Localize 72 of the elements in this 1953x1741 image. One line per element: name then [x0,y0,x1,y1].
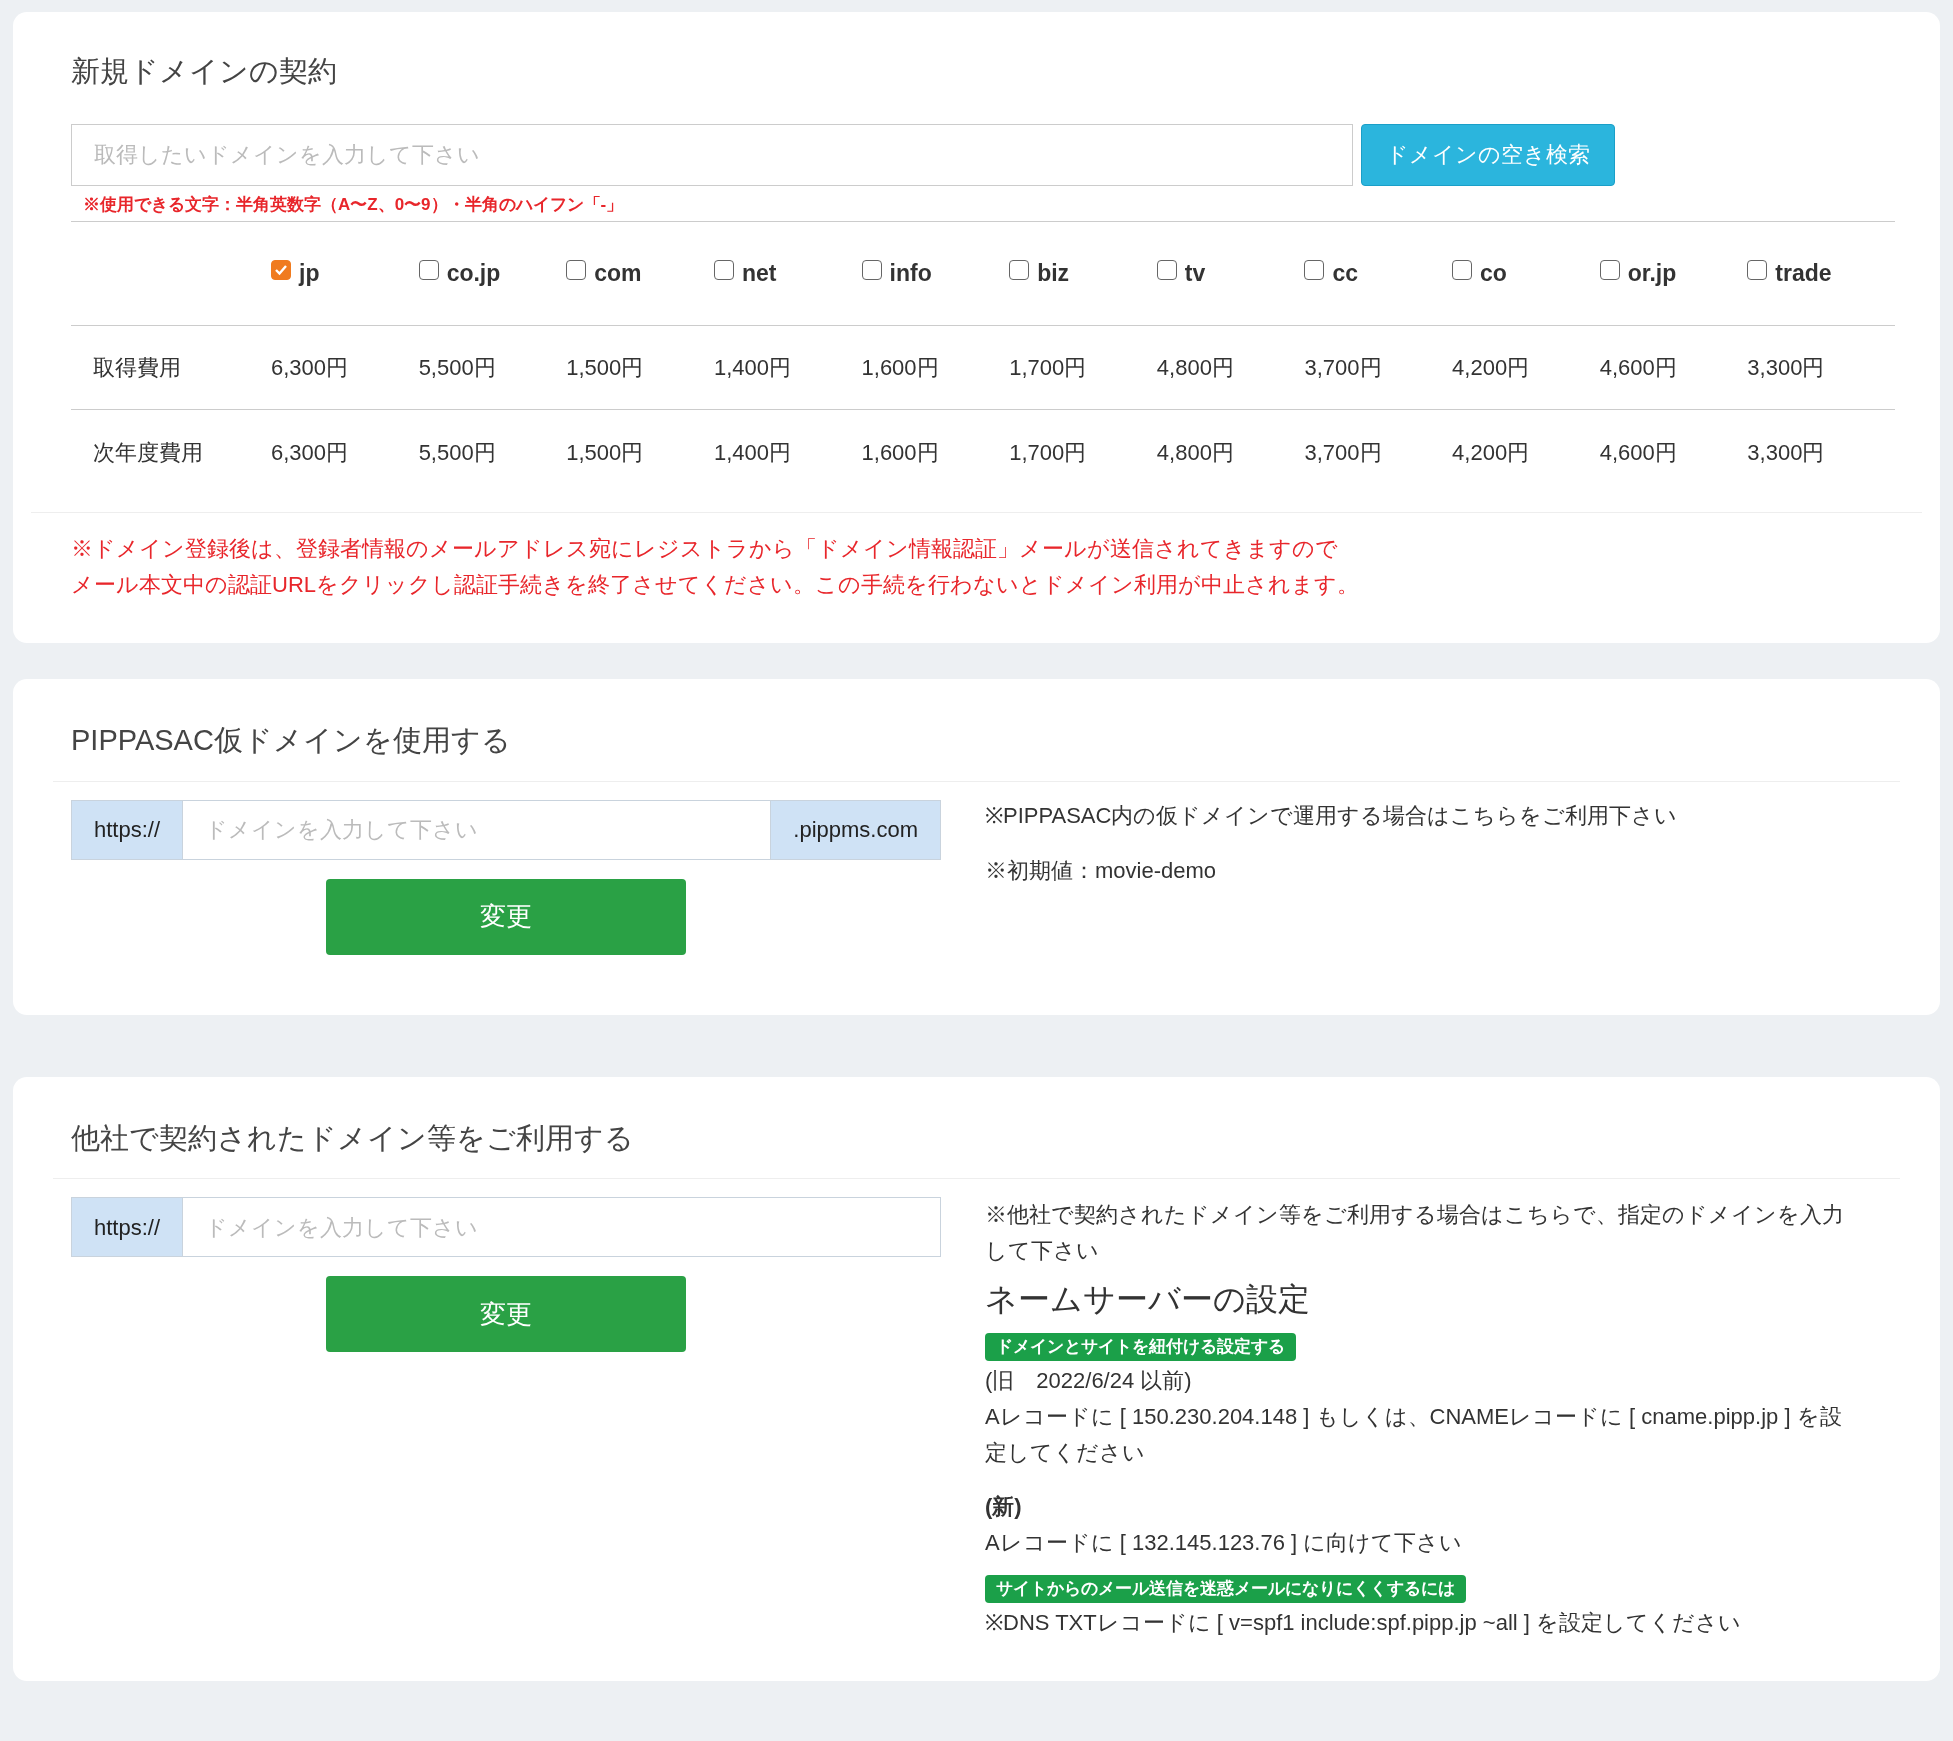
price-cell-text: 4,800円 [1156,438,1235,467]
price-cell-text: 5,500円 [418,354,497,382]
price-cell-text: 1,700円 [1009,354,1088,382]
instruction-text: Aレコードに [ 150.230.204.148 ] もしくは、CNAMEレコードに [ cname.pipp.jp ] を設定してください [985,1403,1843,1467]
new-label: (新) [985,1493,1023,1521]
checkbox[interactable] [1599,259,1620,280]
registration-notice: ※ドメイン登録後は、登録者情報のメールアドレス宛にレジストラから「ドメイン情報認証」メールが送信されてきますので [71,535,1339,563]
checkbox[interactable] [1009,259,1030,280]
price-cell-text: 4,200円 [1452,438,1531,467]
tld-label: co.jp [446,259,501,289]
price-cell-text: 1,500円 [566,438,645,467]
row-label: 取得費用 [92,354,182,382]
price-cell-text: 4,600円 [1599,438,1678,467]
tld-label: or.jp [1627,259,1677,289]
section-title: 他社で契約されたドメイン等をご利用する [70,1120,635,1156]
price-cell-text: 4,600円 [1599,354,1678,382]
instruction-text: (旧 2022/6/24 以前) [985,1367,1193,1395]
tld-label: jp [299,259,320,289]
price-cell-text: 1,400円 [713,438,792,467]
price-cell-text: 3,700円 [1304,438,1383,467]
checkbox[interactable] [1156,259,1177,280]
tld-label: tv [1184,259,1206,289]
row-label: 次年度費用 [92,438,204,467]
price-cell-text: 5,500円 [418,438,497,467]
checkbox[interactable] [271,259,291,280]
availability-search-button[interactable]: ドメインの空き検索 [1361,123,1615,186]
section-title: PIPPASAC仮ドメインを使用する [70,723,512,758]
tld-label: net [741,259,777,289]
price-cell-text: 1,700円 [1009,438,1088,467]
url-prefix: https:// [71,799,184,860]
tag-badge: ドメインとサイトを紐付ける設定する [985,1333,1296,1361]
checkbox[interactable] [1304,259,1325,280]
price-cell-text: 1,600円 [861,438,940,467]
checkbox[interactable] [861,259,882,280]
price-cell-text: 1,400円 [713,354,792,382]
checkbox[interactable] [1452,259,1473,280]
allowed-characters-hint: ※使用できる文字：半角英数字（A〜Z、0〜9）・半角のハイフン「-」 [82,193,625,216]
tld-label: info [889,259,932,289]
domain-suffix: .pippms.com [770,799,941,860]
info-note: ※初期値：movie-demo [985,856,1218,885]
price-cell-text: 3,300円 [1747,354,1826,382]
tld-label: cc [1332,259,1359,289]
info-note: ※他社で契約されたドメイン等をご利用する場合はこちらで、指定のドメインを入力して下さい [985,1201,1845,1265]
price-cell-text: 6,300円 [271,354,350,382]
price-cell-text: 1,500円 [566,354,645,382]
section-title: 新規ドメインの契約 [70,54,338,89]
tld-label: co [1480,259,1507,289]
checkbox[interactable] [418,259,439,280]
price-cell-text: 3,300円 [1747,438,1826,467]
checkbox[interactable] [566,259,587,280]
tld-label: com [594,259,642,289]
change-button[interactable]: 変更 [326,878,686,955]
tag-badge: サイトからのメール送信を迷惑メールになりにくくするには [985,1575,1466,1603]
nameserver-heading: ネームサーバーの設定 [985,1281,1311,1317]
price-cell-text: 1,600円 [861,354,940,382]
info-note: ※PIPPASAC内の仮ドメインで運用する場合はこちらをご利用下さい [985,801,1679,830]
price-cell-text: 6,300円 [271,438,350,467]
domain-input[interactable]: ドメインを入力して下さい [183,1197,940,1257]
registration-notice: メール本文中の認証URLをクリックし認証手続きを終了させてください。この手続を行わないとドメイン利用が中止されます。 [71,571,1360,599]
url-prefix: https:// [71,1197,184,1257]
domain-input[interactable]: ドメインを入力して下さい [183,799,771,860]
checkbox[interactable] [713,259,734,280]
price-cell-text: 4,200円 [1452,354,1531,382]
tld-label: biz [1037,259,1070,289]
tld-label: trade [1775,259,1832,289]
price-cell-text: 4,800円 [1156,354,1235,382]
checkbox[interactable] [1747,259,1768,280]
change-button[interactable]: 変更 [326,1276,686,1352]
instruction-text: ※DNS TXTレコードに [ v=spf1 include:spf.pipp.jp ~all ] を設定してください [985,1609,1743,1637]
instruction-text: Aレコードに [ 132.145.123.76 ] に向けて下さい [985,1529,1464,1557]
domain-search-field[interactable]: 取得したいドメインを入力して下さい [71,123,1353,186]
price-cell-text: 3,700円 [1304,354,1383,382]
